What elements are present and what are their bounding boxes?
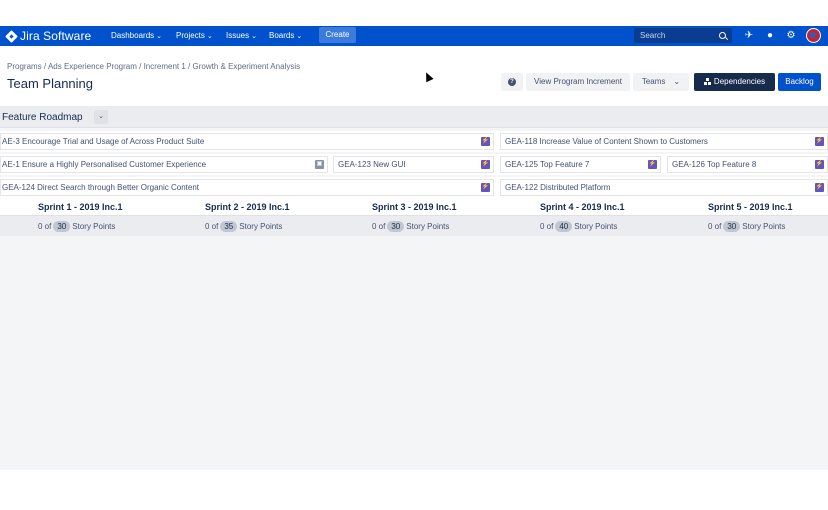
settings-icon[interactable]: ⚙ xyxy=(784,29,798,43)
epic-icon: ⚡ xyxy=(481,183,490,192)
breadcrumb-increment[interactable]: Increment 1 xyxy=(144,62,186,71)
feature-card[interactable]: GEA-126 Top Feature 8 ⚡ xyxy=(667,156,828,173)
epic-icon: ⚡ xyxy=(481,137,490,146)
sprint-3-name[interactable]: Sprint 3 - 2019 Inc.1 xyxy=(372,202,457,212)
story-points-badge: 30 xyxy=(723,221,741,232)
chevron-down-icon[interactable]: ⌄ xyxy=(94,110,108,124)
sprint-1-points: 0 of 30 Story Points xyxy=(38,221,116,232)
teams-dropdown[interactable]: Teams ⌄ xyxy=(633,73,689,91)
chevron-down-icon: ⌄ xyxy=(673,77,681,86)
megaphone-icon[interactable]: ✈ xyxy=(742,29,756,43)
nav-issues[interactable]: Issues ⌄ xyxy=(226,29,257,43)
sprint-5-points: 0 of 30 Story Points xyxy=(708,221,786,232)
nav-dashboards[interactable]: Dashboards ⌄ xyxy=(111,29,162,43)
chevron-down-icon: ⌄ xyxy=(156,33,163,40)
sprint-4-points: 0 of 40 Story Points xyxy=(540,221,618,232)
app-frame: Jira Software Dashboards ⌄ Projects ⌄ Issu… xyxy=(0,26,828,470)
feature-card[interactable]: GEA-124 Direct Search through Better Org… xyxy=(0,179,494,196)
nav-boards[interactable]: Boards ⌄ xyxy=(269,29,302,43)
story-points-badge: 40 xyxy=(555,221,573,232)
feature-roadmap-header: Feature Roadmap ⌄ xyxy=(0,106,828,128)
story-points-badge: 30 xyxy=(53,221,71,232)
story-points-badge: 35 xyxy=(220,221,238,232)
epic-icon: ⚡ xyxy=(815,137,824,146)
chevron-down-icon: ⌄ xyxy=(206,33,213,40)
feature-row: AE-3 Encourage Trial and Usage of Across… xyxy=(0,131,828,152)
feature-card[interactable]: AE-1 Ensure a Highly Personalised Custom… xyxy=(0,156,328,173)
view-program-increment-button[interactable]: View Program Increment xyxy=(526,73,630,91)
feature-card[interactable]: AE-3 Encourage Trial and Usage of Across… xyxy=(0,133,494,150)
create-button[interactable]: Create xyxy=(319,27,356,43)
breadcrumb-team[interactable]: Growth & Experiment Analysis xyxy=(193,62,301,71)
planning-board: Feature Roadmap ⌄ AE-3 Encourage Trial a… xyxy=(0,106,828,470)
sprint-1-name[interactable]: Sprint 1 - 2019 Inc.1 xyxy=(38,202,123,212)
page-title: Team Planning xyxy=(7,76,93,91)
sprint-5-name[interactable]: Sprint 5 - 2019 Inc.1 xyxy=(708,202,793,212)
help-icon: ? xyxy=(508,78,516,86)
mouse-cursor xyxy=(422,70,434,83)
nav-projects[interactable]: Projects ⌄ xyxy=(176,29,213,43)
avatar[interactable] xyxy=(806,28,821,43)
breadcrumb-program[interactable]: Ads Experience Program xyxy=(48,62,137,71)
story-points-badge: 30 xyxy=(387,221,405,232)
app-name: Jira Software xyxy=(20,29,92,43)
backlog-button[interactable]: Backlog xyxy=(778,73,821,91)
feature-roadmap-title: Feature Roadmap xyxy=(2,112,83,123)
sprint-2-name[interactable]: Sprint 2 - 2019 Inc.1 xyxy=(205,202,290,212)
chevron-down-icon: ⌄ xyxy=(296,33,303,40)
sprint-4-name[interactable]: Sprint 4 - 2019 Inc.1 xyxy=(540,202,625,212)
chevron-down-icon: ⌄ xyxy=(251,33,257,40)
epic-icon: ⚡ xyxy=(815,183,824,192)
feature-card[interactable]: GEA-125 Top Feature 7 ⚡ xyxy=(500,156,661,173)
hierarchy-icon xyxy=(703,78,711,85)
jira-logo[interactable]: Jira Software xyxy=(5,29,92,43)
feature-card[interactable]: GEA-118 Increase Value of Content Shown … xyxy=(500,133,828,150)
dependencies-button[interactable]: Dependencies xyxy=(694,73,775,91)
top-nav: Jira Software Dashboards ⌄ Projects ⌄ Issu… xyxy=(0,26,828,46)
help-icon[interactable]: ● xyxy=(763,29,777,43)
feature-icon: ▣ xyxy=(315,160,324,169)
breadcrumb: Programs / Ads Experience Program / Incr… xyxy=(7,62,301,71)
epic-icon: ⚡ xyxy=(648,160,657,169)
breadcrumb-programs[interactable]: Programs xyxy=(7,62,42,71)
feature-card[interactable]: GEA-123 New GUI ⚡ xyxy=(333,156,494,173)
epic-icon: ⚡ xyxy=(481,160,490,169)
feature-card[interactable]: GEA-122 Distributed Platform ⚡ xyxy=(500,179,828,196)
search-icon xyxy=(719,32,726,39)
help-button[interactable]: ? xyxy=(501,73,523,91)
sprint-2-points: 0 of 35 Story Points xyxy=(205,221,283,232)
sprint-3-points: 0 of 30 Story Points xyxy=(372,221,450,232)
epic-icon: ⚡ xyxy=(815,160,824,169)
story-points-row: 0 of 30 Story Points 0 of 35 Story Points 0 … xyxy=(0,216,828,236)
feature-row: AE-1 Ensure a Highly Personalised Custom… xyxy=(0,154,828,175)
search-input[interactable]: Search xyxy=(634,28,732,43)
jira-logo-icon xyxy=(5,29,18,43)
sprint-header-row: Sprint 1 - 2019 Inc.1 Sprint 2 - 2019 In… xyxy=(0,198,828,216)
feature-row: GEA-124 Direct Search through Better Org… xyxy=(0,177,828,198)
